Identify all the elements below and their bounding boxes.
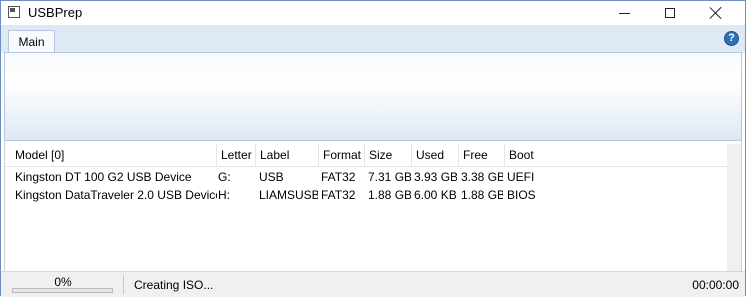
list-header: Model [0] Letter Label Format Size Used … [5, 144, 727, 167]
cell-used: 3.93 GB [414, 170, 457, 184]
ribbon-panel [4, 52, 742, 141]
column-header-model[interactable]: Model [0] [11, 144, 217, 166]
column-header-used[interactable]: Used [412, 144, 459, 166]
cell-format: FAT32 [321, 188, 356, 202]
column-header-label[interactable]: Label [256, 144, 319, 166]
elapsed-time: 00:00:00 [692, 278, 739, 292]
window-title: USBPrep [28, 5, 83, 20]
cell-size: 7.31 GB [368, 170, 411, 184]
cell-used: 6.00 KB [414, 188, 457, 202]
column-header-size[interactable]: Size [365, 144, 412, 166]
minimize-icon [618, 12, 630, 14]
drive-list[interactable]: Model [0] Letter Label Format Size Used … [4, 141, 742, 271]
maximize-icon [665, 8, 675, 18]
status-separator [123, 275, 124, 294]
cell-label: USB [259, 170, 284, 184]
progress-bar [12, 288, 113, 293]
tab-main[interactable]: Main [8, 30, 55, 53]
status-bar: 0% Creating ISO... 00:00:00 [1, 271, 745, 297]
close-icon [710, 7, 722, 19]
cell-model: Kingston DT 100 G2 USB Device [15, 170, 192, 184]
cell-boot: UEFI [507, 170, 535, 184]
column-header-boot[interactable]: Boot [505, 144, 727, 166]
ribbon-tab-strip: Main ? [1, 25, 745, 53]
help-icon[interactable]: ? [724, 31, 739, 46]
cell-label: LIAMSUSB [259, 188, 318, 202]
close-button[interactable] [693, 1, 739, 25]
progress-percent: 0% [54, 275, 72, 289]
column-header-free[interactable]: Free [459, 144, 505, 166]
cell-model: Kingston DataTraveler 2.0 USB Device [15, 188, 217, 202]
cell-size: 1.88 GB [368, 188, 411, 202]
cell-free: 1.88 GB [461, 188, 503, 202]
status-message: Creating ISO... [134, 278, 214, 292]
app-window: USBPrep Main ? Model [0] Letter Label Fo… [0, 0, 746, 297]
table-row[interactable]: Kingston DT 100 G2 USB Device G: USB FAT… [5, 168, 727, 186]
column-header-letter[interactable]: Letter [217, 144, 256, 166]
title-bar[interactable]: USBPrep [1, 1, 745, 25]
cell-letter: H: [218, 188, 230, 202]
cell-letter: G: [218, 170, 231, 184]
table-row[interactable]: Kingston DataTraveler 2.0 USB Device H: … [5, 186, 727, 204]
cell-free: 3.38 GB [461, 170, 503, 184]
minimize-button[interactable] [601, 1, 647, 25]
column-header-format[interactable]: Format [319, 144, 365, 166]
cell-boot: BIOS [507, 188, 536, 202]
vertical-scrollbar[interactable] [727, 144, 741, 271]
maximize-button[interactable] [647, 1, 693, 25]
cell-format: FAT32 [321, 170, 356, 184]
app-window-icon [8, 6, 20, 18]
